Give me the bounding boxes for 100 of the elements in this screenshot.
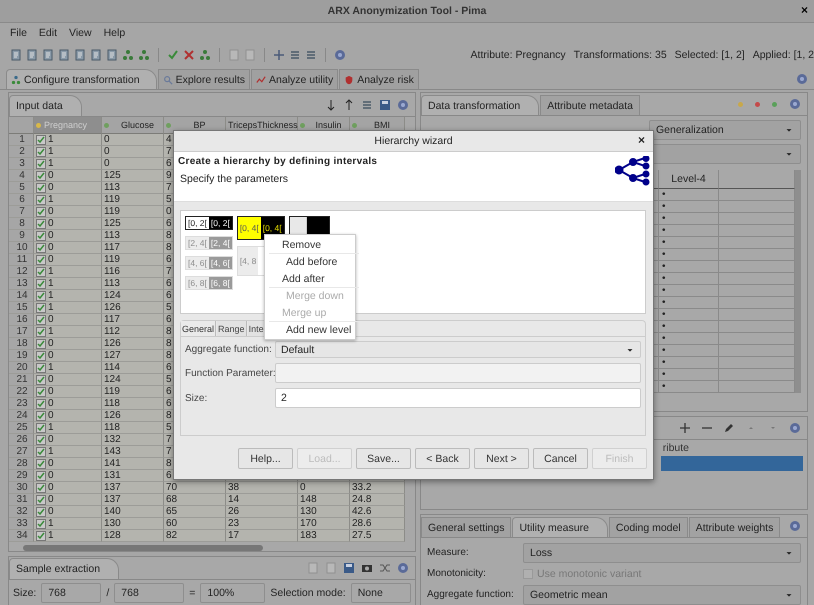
help-icon[interactable] xyxy=(789,98,801,110)
panel-tab[interactable]: Attribute metadata xyxy=(540,95,640,115)
page-icon[interactable] xyxy=(325,562,337,574)
document-icon[interactable] xyxy=(106,49,118,61)
checkbox[interactable] xyxy=(36,278,46,288)
checkbox[interactable] xyxy=(36,446,46,456)
menu-item[interactable]: Edit xyxy=(38,27,58,39)
checkbox[interactable] xyxy=(36,482,46,492)
panel-tab[interactable]: Data transformation xyxy=(421,95,540,115)
close-button[interactable]: × xyxy=(638,133,645,147)
checkbox[interactable] xyxy=(36,530,46,540)
list-icon[interactable] xyxy=(289,49,301,61)
document-icon[interactable] xyxy=(10,49,22,61)
wizard-button[interactable]: < Back xyxy=(415,448,470,469)
wizard-button[interactable]: Cancel xyxy=(533,448,588,469)
settings-tab[interactable]: General settings xyxy=(421,517,512,537)
help-icon[interactable] xyxy=(397,98,409,110)
input-field[interactable]: 768 xyxy=(41,583,102,603)
checkbox[interactable] xyxy=(36,518,46,528)
checkbox[interactable] xyxy=(36,182,46,192)
document-icon[interactable] xyxy=(90,49,102,61)
settings-tab[interactable]: Attribute weights xyxy=(688,517,780,537)
page-icon[interactable] xyxy=(307,562,319,574)
perspective-tab[interactable]: Explore results xyxy=(158,69,250,89)
settings-tab[interactable]: Utility measure xyxy=(512,517,608,537)
input-field[interactable]: 2 xyxy=(275,388,641,408)
settings-tab[interactable]: Coding model xyxy=(608,517,688,537)
nodes-icon[interactable] xyxy=(122,49,134,61)
wizard-button[interactable]: Next > xyxy=(474,448,529,469)
perspective-tab[interactable]: Analyze utility xyxy=(251,69,338,89)
checkbox[interactable] xyxy=(36,422,46,432)
checkbox[interactable] xyxy=(36,470,46,480)
checkbox[interactable] xyxy=(36,386,46,396)
wizard-button[interactable]: Help... xyxy=(238,448,293,469)
checkbox[interactable] xyxy=(36,506,46,516)
help-icon[interactable] xyxy=(789,520,801,532)
help-icon[interactable] xyxy=(796,73,808,85)
perspective-tab[interactable]: Analyze risk xyxy=(339,69,419,89)
menu-item[interactable]: File xyxy=(10,27,27,39)
checkbox[interactable] xyxy=(36,350,46,360)
input-field[interactable]: 768 xyxy=(114,583,184,603)
document-icon[interactable] xyxy=(58,49,70,61)
wizard-tab[interactable]: Range xyxy=(217,321,247,336)
help-icon[interactable] xyxy=(334,49,346,61)
interval-block[interactable]: [0, 2[ [0, 2[ xyxy=(185,216,233,230)
panel-tab[interactable]: Sample extraction xyxy=(9,558,120,579)
page-icon[interactable] xyxy=(228,49,240,61)
checkbox[interactable] xyxy=(36,410,46,420)
perspective-tab[interactable]: Configure transformation xyxy=(6,69,157,89)
panel-tab[interactable]: Input data xyxy=(9,95,82,116)
menu-item[interactable]: Help xyxy=(104,27,126,39)
nodes-icon[interactable] xyxy=(199,49,211,61)
checkbox[interactable] xyxy=(36,230,46,240)
transformation-dropdown[interactable]: Generalization xyxy=(649,120,801,140)
arrow-down-icon[interactable] xyxy=(325,98,337,110)
menu-item[interactable]: Add before xyxy=(269,253,359,270)
checkbox[interactable] xyxy=(36,326,46,336)
nodes-icon[interactable] xyxy=(138,49,150,61)
checkbox[interactable] xyxy=(36,362,46,372)
camera-icon[interactable] xyxy=(361,562,373,574)
help-icon[interactable] xyxy=(789,422,801,434)
checkbox[interactable] xyxy=(36,146,46,156)
checkbox[interactable] xyxy=(36,218,46,228)
close-button[interactable]: × xyxy=(800,3,808,17)
shuffle-icon[interactable] xyxy=(379,562,391,574)
input-field[interactable] xyxy=(275,363,641,383)
checkbox[interactable] xyxy=(36,158,46,168)
save-icon[interactable] xyxy=(343,562,355,574)
wizard-tab[interactable]: Inte xyxy=(248,321,266,336)
scrollbar[interactable] xyxy=(795,170,801,393)
checkbox[interactable] xyxy=(36,302,46,312)
checkbox[interactable] xyxy=(36,314,46,324)
document-icon[interactable] xyxy=(42,49,54,61)
pencil-icon[interactable] xyxy=(723,422,735,434)
checkbox[interactable] xyxy=(36,458,46,468)
arrow-up-icon[interactable] xyxy=(343,98,355,110)
save-icon[interactable] xyxy=(379,98,391,110)
page-icon[interactable] xyxy=(244,49,256,61)
checkbox[interactable] xyxy=(36,206,46,216)
input-field[interactable]: None xyxy=(350,583,411,603)
menu-item[interactable]: View xyxy=(69,27,92,39)
column-header[interactable]: Glucose xyxy=(102,117,164,134)
checkbox[interactable] xyxy=(36,290,46,300)
checkbox[interactable] xyxy=(36,338,46,348)
wizard-tab[interactable]: General xyxy=(181,321,216,336)
checkbox[interactable] xyxy=(36,134,46,144)
check-icon[interactable] xyxy=(167,49,179,61)
scrollbar[interactable] xyxy=(23,545,263,551)
checkbox[interactable] xyxy=(36,194,46,204)
checkbox[interactable] xyxy=(36,398,46,408)
input-field[interactable]: 100% xyxy=(200,583,266,603)
list-icon[interactable] xyxy=(361,98,373,110)
aggregate-dropdown[interactable]: Default xyxy=(275,341,641,358)
cross-icon[interactable] xyxy=(183,49,195,61)
checkbox[interactable] xyxy=(36,242,46,252)
checkbox[interactable] xyxy=(36,434,46,444)
wizard-button[interactable]: Save... xyxy=(356,448,411,469)
add-icon[interactable] xyxy=(679,422,691,434)
checkbox[interactable] xyxy=(36,494,46,504)
aggregate-dropdown[interactable]: Geometric mean xyxy=(523,584,801,604)
